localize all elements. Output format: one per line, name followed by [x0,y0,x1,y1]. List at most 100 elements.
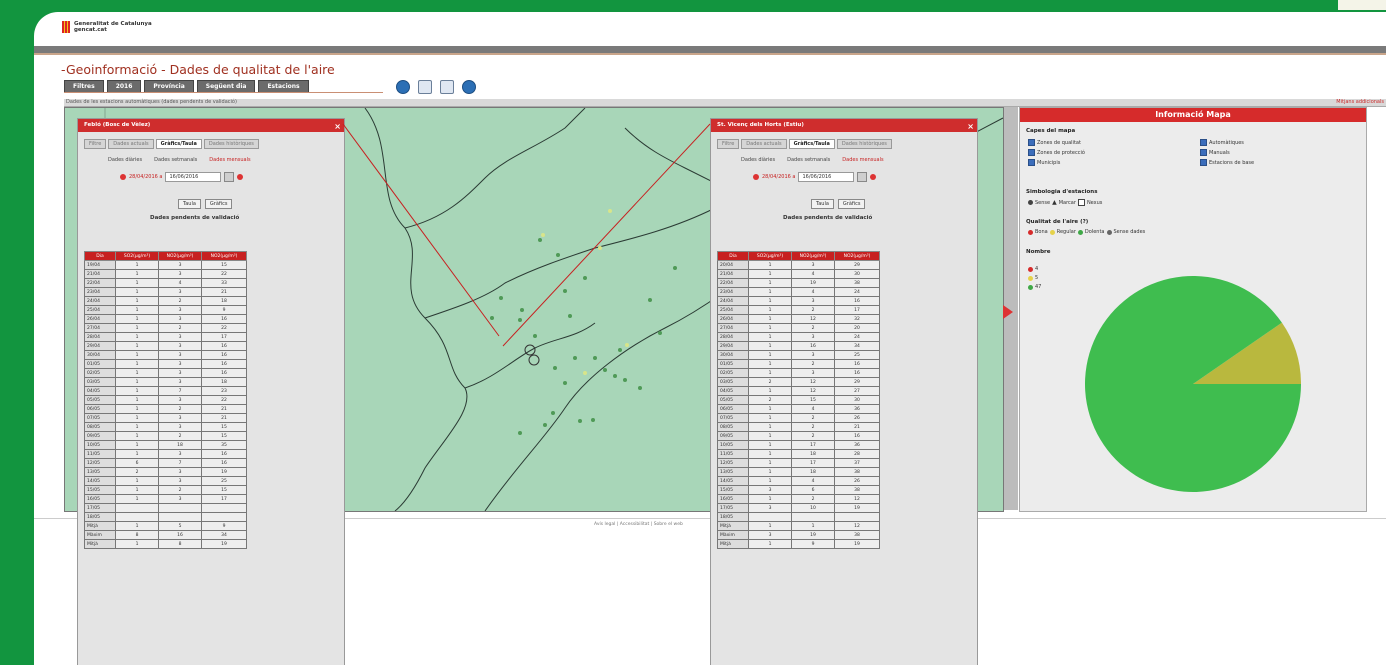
date-from[interactable]: 28/04/2016 a [129,174,162,180]
date-from[interactable]: 28/04/2016 a [762,174,795,180]
table-cell: 15 [201,260,247,270]
window-icon[interactable] [440,80,454,94]
table-cell [748,512,792,522]
table-cell: 1 [115,260,159,270]
table-row: 27/04 1 2 20 [717,323,880,333]
table-row: Màxim 8 16 34 [84,530,247,540]
table-cell: 2 [791,413,835,423]
subtab-diaries[interactable]: Dades diàries [741,157,775,163]
table-row: 10/05 1 17 36 [717,440,880,450]
table-cell: 1 [115,314,159,324]
calendar-icon[interactable] [224,172,235,182]
date-to-input[interactable]: 16/06/2016 [798,172,855,182]
gencat-logo[interactable]: Generalitat de Catalunya gencat.cat [62,21,152,33]
clear-icon[interactable] [237,174,244,180]
checkbox-icon[interactable] [1077,199,1085,206]
table-cell: 1 [115,287,159,297]
table-cell: 1 [115,431,159,441]
subtab-setmanals[interactable]: Dades setmanals [787,157,830,163]
clear-icon[interactable] [870,174,877,180]
table-cell: 3 [791,260,835,270]
popup-subtabs: Dades diàries Dades setmanals Dades mens… [741,157,884,163]
table-row: 07/05 1 2 26 [717,413,880,423]
table-cell: 3 [158,332,202,342]
tab-dades-historiques[interactable]: Dades històriques [203,139,259,149]
layer-estacions-base[interactable]: Estacions de base [1200,159,1254,166]
data-table: Dia SO2(µg/m³) NO2(µg/m³) NO2(µg/m³) 20/… [717,251,880,549]
table-cell: 1 [115,404,159,414]
layer-zones-qualitat[interactable]: Zones de qualitat [1028,139,1081,146]
tab-grafics-taula[interactable]: Gràfics/Taula [788,139,835,149]
tab-dades-historiques[interactable]: Dades històriques [836,139,892,149]
table-cell: 20 [834,323,880,333]
table-cell: 1 [115,323,159,333]
date-range: 28/04/2016 a 16/06/2016 [120,172,244,182]
tab-filtre[interactable]: Filtre [84,139,107,149]
table-button[interactable]: Taula [178,199,201,209]
table-cell: 16 [834,431,880,441]
popup-title: St. Vicenç dels Horts (Estiu) [717,122,804,128]
table-button[interactable]: Taula [811,199,834,209]
table-icon[interactable] [418,80,432,94]
table-cell: 4 [791,269,835,279]
tab-dades-actuals[interactable]: Dades actuals [108,139,154,149]
tab-filtre[interactable]: Filtre [717,139,740,149]
table-row: 25/04 1 3 9 [84,305,247,315]
subtab-setmanals[interactable]: Dades setmanals [154,157,197,163]
table-cell: 2 [791,305,835,315]
table-cell: 1 [115,413,159,423]
calendar-icon[interactable] [120,174,126,180]
subtab-mensuals[interactable]: Dades mensuals [842,157,883,163]
chart-button[interactable]: Gràfics [204,199,233,209]
selected-station-1 [524,344,536,356]
tab-grafics-taula[interactable]: Gràfics/Taula [155,139,202,149]
table-cell: 3 [158,368,202,378]
table-cell: 22/04 [84,278,116,288]
layer-municipis[interactable]: Municipis [1028,159,1060,166]
tab-dades-actuals[interactable]: Dades actuals [741,139,787,149]
column-header: SO2(µg/m³) [748,251,792,261]
table-cell: 38 [834,530,880,540]
additional-means-link[interactable]: Mitjans addicionals [1336,99,1384,105]
table-cell: 1 [748,440,792,450]
table-cell: 10/05 [84,440,116,450]
table-cell: 1 [115,440,159,450]
collapse-arrow-icon[interactable] [1003,305,1013,319]
table-cell: 30/04 [84,350,116,360]
calendar-icon[interactable] [753,174,759,180]
chart-button[interactable]: Gràfics [837,199,866,209]
table-cell: 21 [201,404,247,414]
nav-underline [64,92,383,93]
help-icon[interactable] [462,80,476,94]
layer-zones-proteccio[interactable]: Zones de protecció [1028,149,1085,156]
quality-bad-dot [1077,229,1083,235]
table-row: 21/04 1 3 22 [84,269,247,279]
close-icon[interactable]: × [334,120,341,133]
footer-links[interactable]: Avís legal | Accessibilitat | Sobre el w… [594,522,683,527]
layer-automatiques[interactable]: Automàtiques [1200,139,1244,146]
layer-manuals[interactable]: Manuals [1200,149,1230,156]
triangle-icon[interactable]: ▲ [1052,199,1057,206]
table-cell: 1 [748,260,792,270]
table-row: 25/04 1 2 17 [717,305,880,315]
table-cell: 2 [791,359,835,369]
table-row: 04/05 1 12 27 [717,386,880,396]
table-row: 14/05 1 4 26 [717,476,880,486]
subtab-diaries[interactable]: Dades diàries [108,157,142,163]
calendar-icon[interactable] [857,172,868,182]
region-boundary-west [364,108,468,511]
quality-legend: Bona Regular Dolenta Sense dades [1028,229,1145,235]
globe-icon[interactable] [396,80,410,94]
table-cell: 1 [115,296,159,306]
date-to-input[interactable]: 16/06/2016 [165,172,222,182]
table-cell: 1 [115,386,159,396]
table-cell: 1 [115,449,159,459]
table-cell: 1 [748,431,792,441]
close-icon[interactable]: × [967,120,974,133]
radio-icon[interactable] [1028,200,1033,205]
table-row: 22/04 1 19 38 [717,278,880,288]
table-cell: 36 [834,404,880,414]
pie-slice-47[interactable] [1085,276,1301,493]
subtab-mensuals[interactable]: Dades mensuals [209,157,250,163]
table-cell: 3 [158,467,202,477]
